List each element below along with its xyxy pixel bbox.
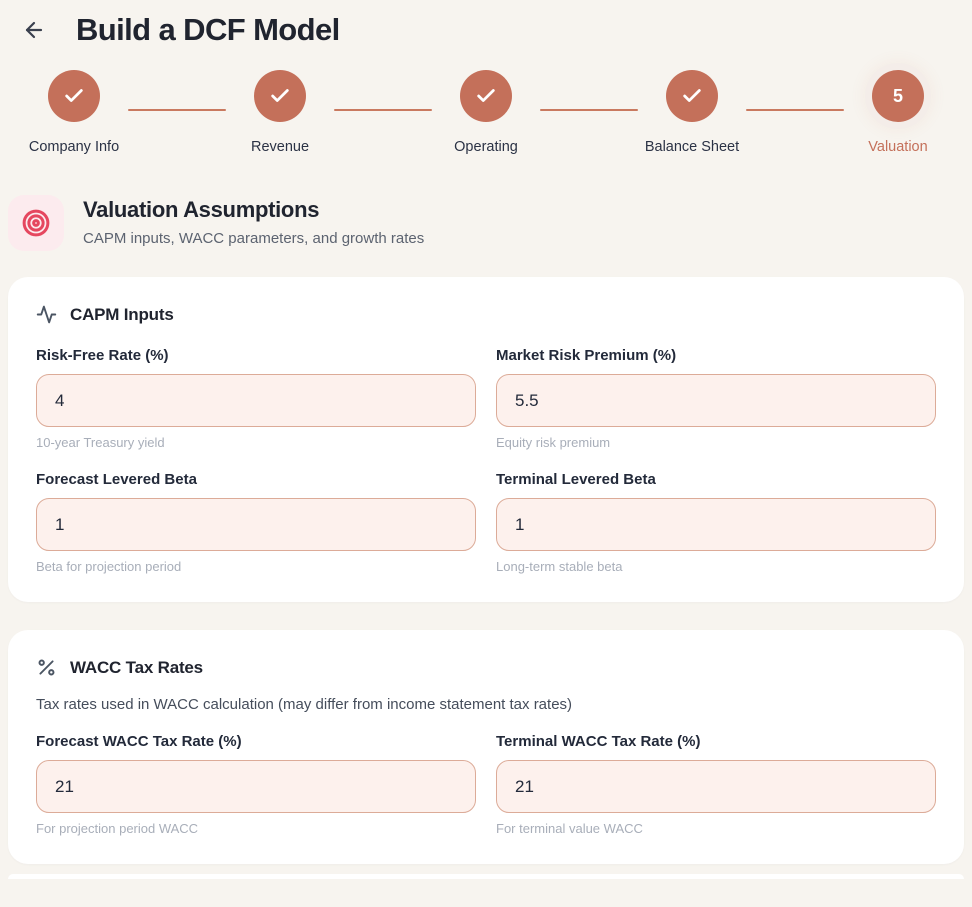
- risk-free-rate-input[interactable]: [36, 374, 476, 427]
- stepper: Company Info Revenue Operating Balance S…: [14, 70, 958, 155]
- back-button[interactable]: [20, 16, 48, 44]
- field-helper: 10-year Treasury yield: [36, 435, 476, 450]
- step-circle-active: 5: [872, 70, 924, 122]
- field-label: Market Risk Premium (%): [496, 347, 936, 364]
- card-title: WACC Tax Rates: [70, 658, 203, 678]
- section-subtitle: CAPM inputs, WACC parameters, and growth…: [83, 230, 424, 247]
- step-valuation-active[interactable]: 5 Valuation: [838, 70, 958, 155]
- capm-inputs-card: CAPM Inputs Risk-Free Rate (%) 10-year T…: [8, 277, 964, 602]
- step-label: Revenue: [251, 139, 309, 155]
- step-circle-complete: [48, 70, 100, 122]
- step-company-info[interactable]: Company Info: [14, 70, 134, 155]
- step-revenue[interactable]: Revenue: [220, 70, 340, 155]
- section-header: Valuation Assumptions CAPM inputs, WACC …: [8, 195, 964, 251]
- check-icon: [475, 85, 497, 107]
- card-description: Tax rates used in WACC calculation (may …: [36, 696, 936, 713]
- section-title: Valuation Assumptions: [83, 197, 424, 223]
- field-forecast-wacc-tax-rate: Forecast WACC Tax Rate (%) For projectio…: [36, 733, 476, 836]
- step-balance-sheet[interactable]: Balance Sheet: [632, 70, 752, 155]
- forecast-levered-beta-input[interactable]: [36, 498, 476, 551]
- check-icon: [63, 85, 85, 107]
- field-label: Forecast WACC Tax Rate (%): [36, 733, 476, 750]
- step-circle-complete: [666, 70, 718, 122]
- topbar: Build a DCF Model: [0, 0, 972, 48]
- arrow-left-icon: [22, 18, 46, 42]
- step-operating[interactable]: Operating: [426, 70, 546, 155]
- capm-fields-grid: Risk-Free Rate (%) 10-year Treasury yiel…: [36, 347, 936, 574]
- forecast-wacc-tax-rate-input[interactable]: [36, 760, 476, 813]
- stepper-connector: [540, 109, 638, 111]
- step-circle-complete: [460, 70, 512, 122]
- step-number: 5: [893, 86, 903, 107]
- activity-icon: [36, 304, 57, 325]
- field-terminal-wacc-tax-rate: Terminal WACC Tax Rate (%) For terminal …: [496, 733, 936, 836]
- stepper-connector: [334, 109, 432, 111]
- check-icon: [681, 85, 703, 107]
- step-label: Balance Sheet: [645, 139, 739, 155]
- field-risk-free-rate: Risk-Free Rate (%) 10-year Treasury yiel…: [36, 347, 476, 450]
- field-terminal-levered-beta: Terminal Levered Beta Long-term stable b…: [496, 471, 936, 574]
- field-label: Terminal Levered Beta: [496, 471, 936, 488]
- field-helper: Equity risk premium: [496, 435, 936, 450]
- field-market-risk-premium: Market Risk Premium (%) Equity risk prem…: [496, 347, 936, 450]
- field-helper: For projection period WACC: [36, 821, 476, 836]
- card-header: WACC Tax Rates: [36, 657, 936, 678]
- percent-icon: [36, 657, 57, 678]
- step-label: Company Info: [29, 139, 119, 155]
- next-card-top-edge: [8, 874, 964, 879]
- section-header-text: Valuation Assumptions CAPM inputs, WACC …: [83, 195, 424, 247]
- field-helper: Beta for projection period: [36, 559, 476, 574]
- field-helper: For terminal value WACC: [496, 821, 936, 836]
- page-title: Build a DCF Model: [76, 12, 340, 48]
- step-circle-complete: [254, 70, 306, 122]
- field-forecast-levered-beta: Forecast Levered Beta Beta for projectio…: [36, 471, 476, 574]
- terminal-levered-beta-input[interactable]: [496, 498, 936, 551]
- step-label: Operating: [454, 139, 518, 155]
- card-title: CAPM Inputs: [70, 305, 174, 325]
- terminal-wacc-tax-rate-input[interactable]: [496, 760, 936, 813]
- field-label: Forecast Levered Beta: [36, 471, 476, 488]
- stepper-connector: [746, 109, 844, 111]
- stepper-connector: [128, 109, 226, 111]
- field-label: Risk-Free Rate (%): [36, 347, 476, 364]
- card-header: CAPM Inputs: [36, 304, 936, 325]
- field-helper: Long-term stable beta: [496, 559, 936, 574]
- wacc-tax-rates-card: WACC Tax Rates Tax rates used in WACC ca…: [8, 630, 964, 864]
- wacc-fields-grid: Forecast WACC Tax Rate (%) For projectio…: [36, 733, 936, 836]
- field-label: Terminal WACC Tax Rate (%): [496, 733, 936, 750]
- step-label: Valuation: [868, 139, 927, 155]
- target-icon: [8, 195, 64, 251]
- check-icon: [269, 85, 291, 107]
- market-risk-premium-input[interactable]: [496, 374, 936, 427]
